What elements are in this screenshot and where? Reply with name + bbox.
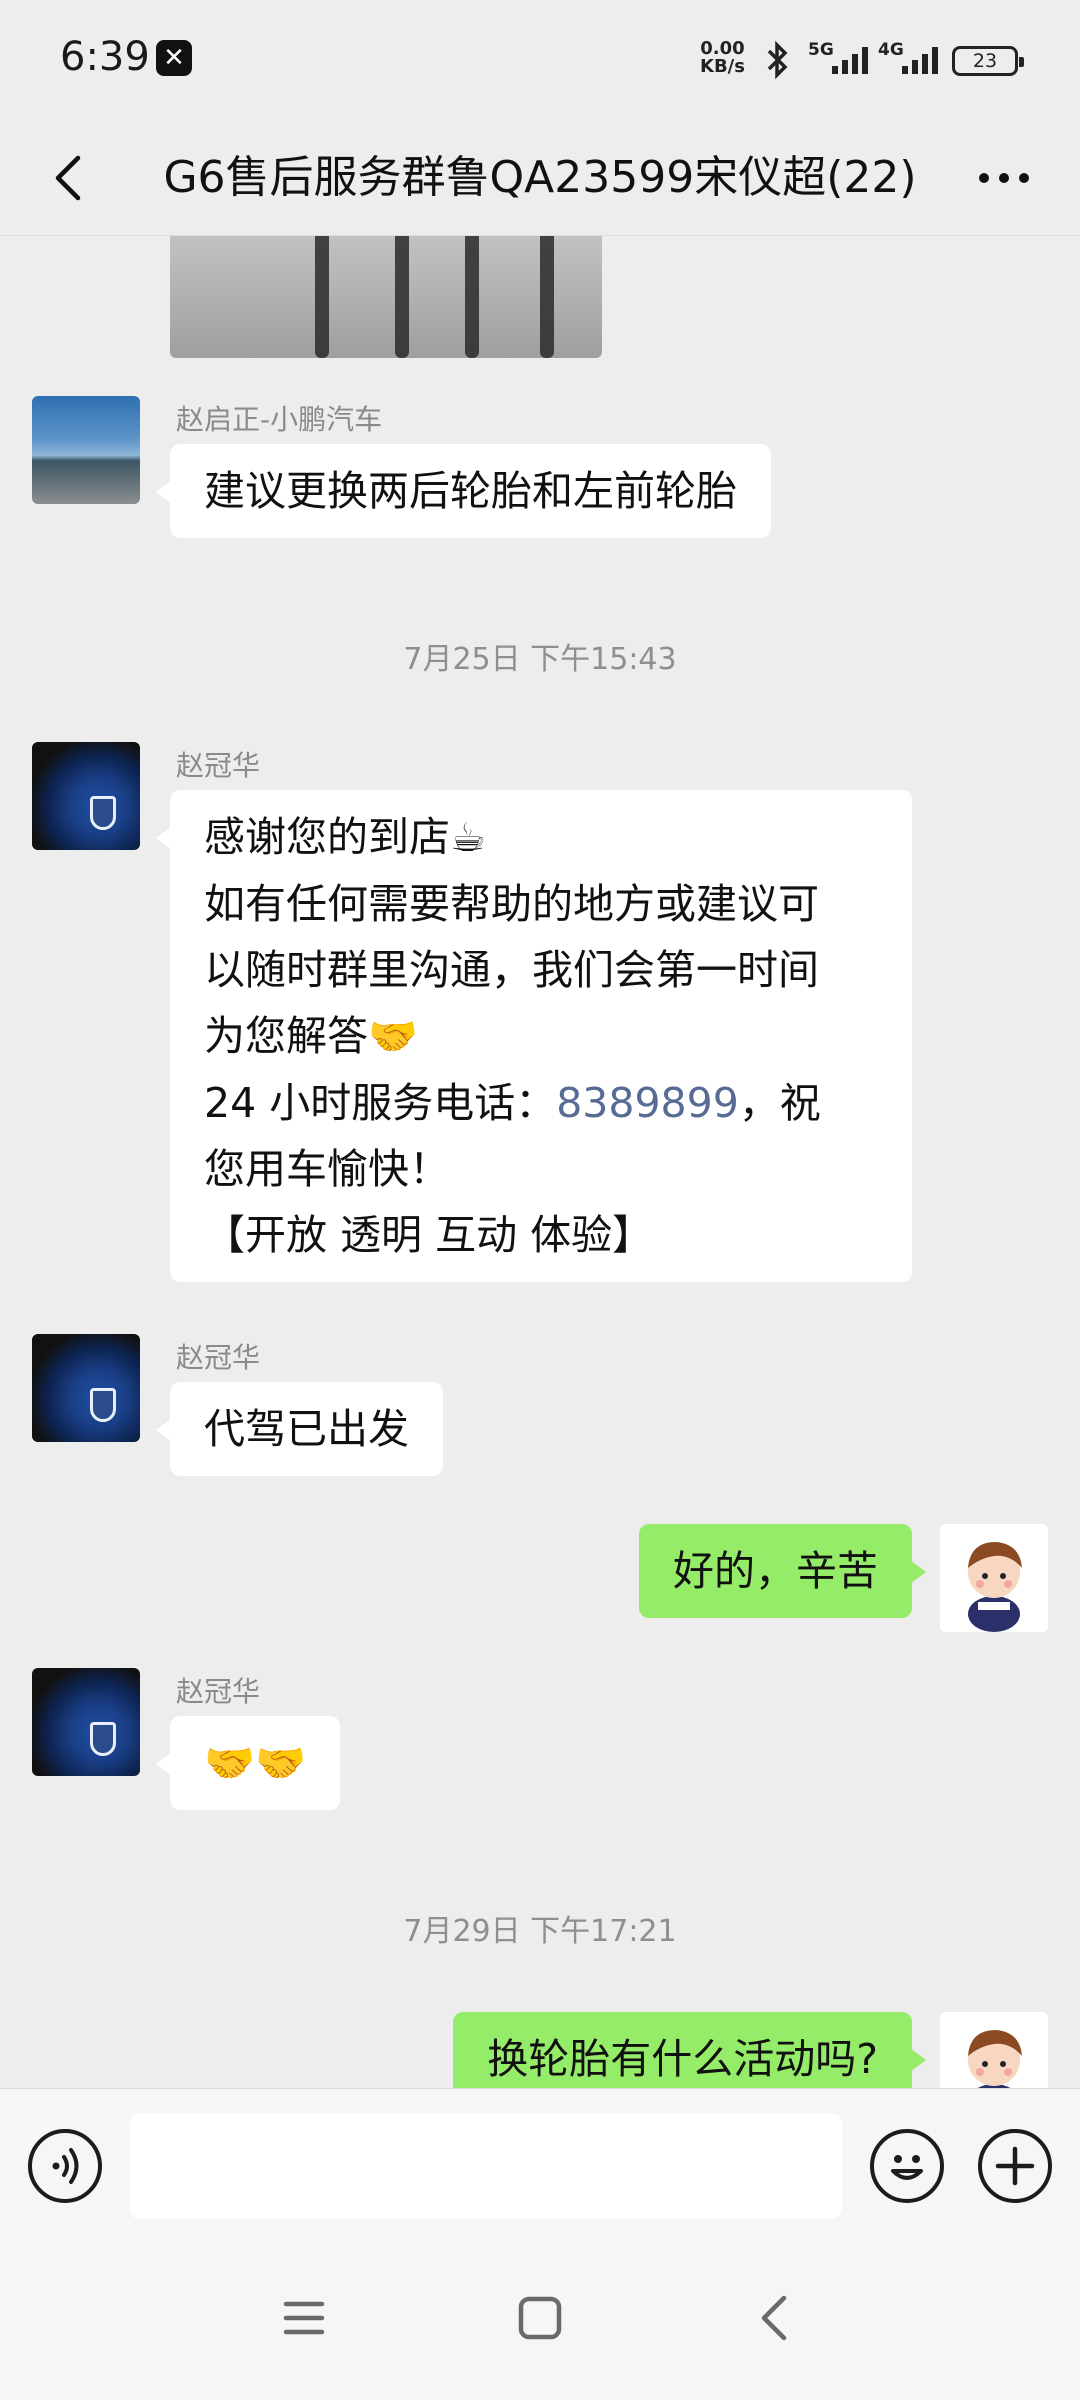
emoji-icon [891, 2155, 923, 2180]
sender-name: 赵启正-小鹏汽车 [176, 403, 383, 436]
message-line: 【开放 透明 互动 体验】 [204, 1211, 654, 1259]
message-list[interactable]: 赵启正-小鹏汽车 建议更换两后轮胎和左前轮胎 7月25日 下午15:43 赵冠华… [0, 236, 1080, 2088]
handshake-emoji: 🤝 [368, 1014, 418, 1060]
message-line: 以随时群里沟通，我们会第一时间 [204, 946, 819, 994]
sender-name: 赵冠华 [176, 1341, 261, 1374]
message-bubble[interactable]: 代驾已出发 [156, 1382, 443, 1476]
timestamp: 7月29日 下午17:21 [403, 1914, 677, 1949]
message-line: 为您解答🤝 [204, 1003, 878, 1070]
message-line: 您用车愉快！ [204, 1145, 450, 1193]
my-message-bubble[interactable]: 换轮胎有什么活动吗? [453, 2012, 926, 2088]
home-icon[interactable] [512, 2290, 568, 2346]
message-line: 感谢您的到店☕ [204, 804, 878, 871]
input-bar [0, 2088, 1080, 2234]
avatar[interactable] [32, 1668, 140, 1776]
my-message-bubble[interactable]: 好的，辛苦 [639, 1524, 926, 1618]
voice-icon [52, 2148, 79, 2184]
network-speed-unit: KB/s [700, 56, 745, 77]
avatar[interactable] [32, 1334, 140, 1442]
status-bar: 6:39 ✕ 0.00 KB/s 5G 4G 23 [0, 0, 1080, 120]
avatar[interactable] [32, 742, 140, 850]
plus-button[interactable] [978, 2129, 1052, 2203]
tyre-photo[interactable] [170, 236, 602, 358]
message-line: 24 小时服务电话：8389899，祝 [204, 1079, 821, 1127]
message-line: 如有任何需要帮助的地方或建议可 [204, 880, 819, 928]
bluetooth-icon [767, 40, 788, 80]
sender-name: 赵冠华 [176, 749, 261, 782]
cartoon-avatar-icon [968, 2030, 1022, 2088]
coffee-emoji: ☕ [450, 815, 486, 861]
battery-icon: 23 [952, 46, 1024, 76]
more-icon[interactable] [972, 148, 1036, 208]
message-bubble[interactable]: 🤝🤝 [155, 1716, 341, 1810]
my-avatar[interactable] [940, 2012, 1048, 2088]
nav-back-icon[interactable] [748, 2290, 804, 2346]
phone-link[interactable]: 8389899 [556, 1079, 739, 1127]
message-bubble[interactable]: 建议更换两后轮胎和左前轮胎 [156, 444, 771, 538]
emoji-button[interactable] [870, 2129, 944, 2203]
plus-icon [995, 2146, 1035, 2186]
chat-header: G6售后服务群鲁QA23599宋仪超(22) [0, 120, 1080, 236]
menu-icon[interactable] [276, 2290, 332, 2346]
network-speed: 0.00 KB/s [700, 40, 745, 76]
avatar[interactable] [32, 396, 140, 504]
timestamp: 7月25日 下午15:43 [403, 642, 677, 677]
chat-title: G6售后服务群鲁QA23599宋仪超(22) [163, 152, 917, 203]
signal-4g-icon: 4G [878, 40, 946, 76]
signal-5g-icon: 5G [808, 40, 876, 76]
sender-name: 赵冠华 [176, 1675, 261, 1708]
message-bubble[interactable]: 感谢您的到店☕ 如有任何需要帮助的地方或建议可 以随时群里沟通，我们会第一时间 … [156, 790, 912, 1282]
my-avatar[interactable] [940, 1524, 1048, 1632]
system-nav-bar [0, 2234, 1080, 2400]
message-input[interactable] [130, 2113, 842, 2219]
cartoon-avatar-icon [968, 1542, 1022, 1632]
status-time: 6:39 [60, 34, 150, 80]
app-notification-icon: ✕ [156, 40, 192, 76]
voice-button[interactable] [28, 2129, 102, 2203]
